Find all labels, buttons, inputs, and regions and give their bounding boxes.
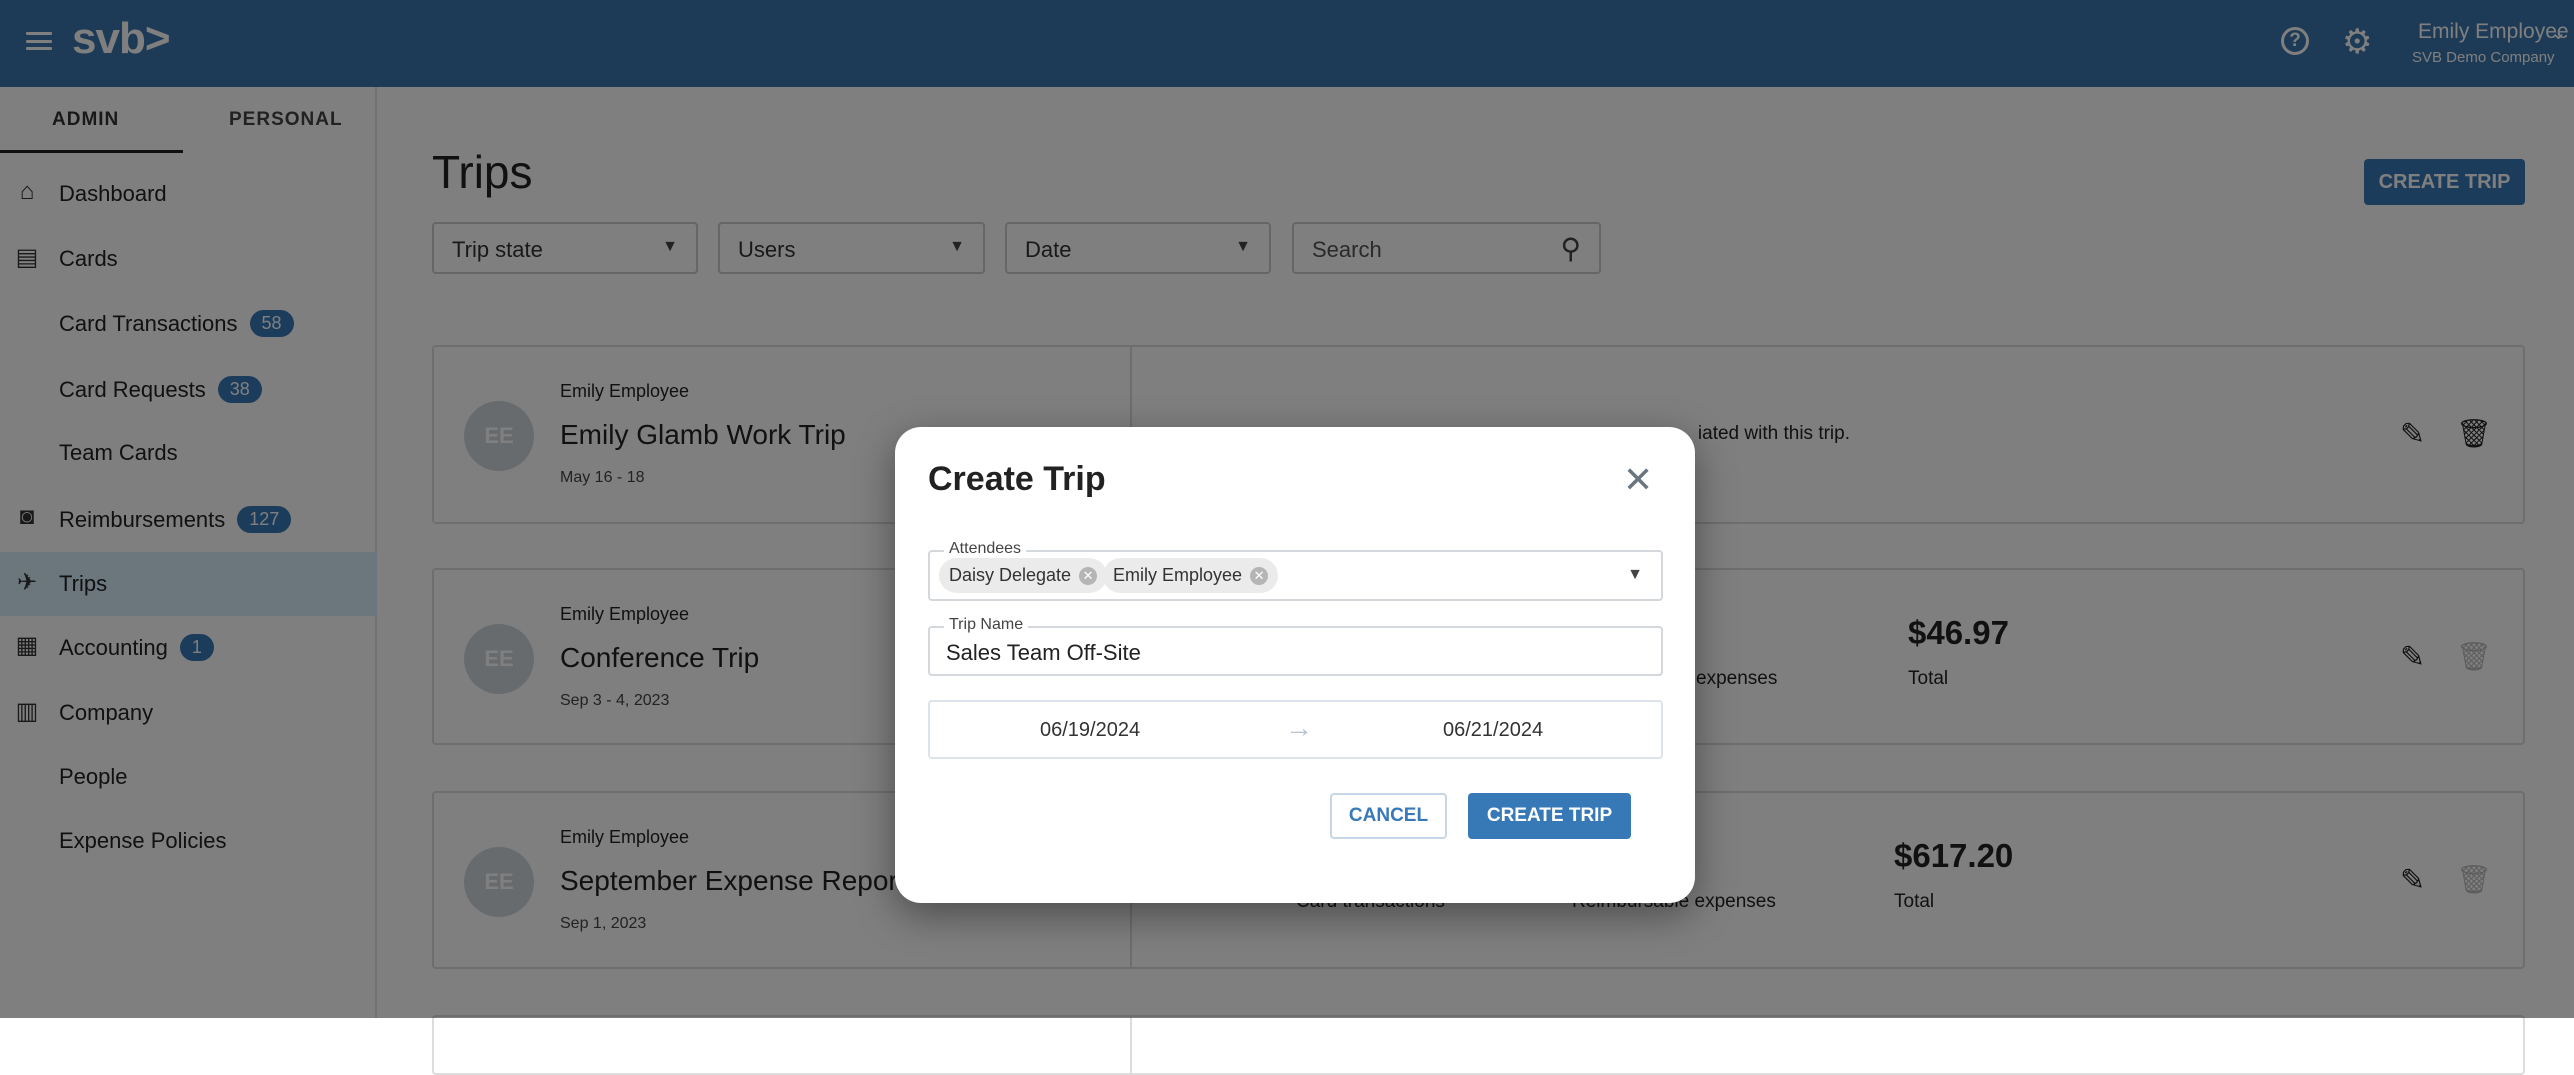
close-icon[interactable]: ✕ [1623, 459, 1653, 501]
divider [1130, 1017, 1132, 1073]
cancel-button[interactable]: CANCEL [1330, 793, 1447, 839]
create-trip-submit-button[interactable]: CREATE TRIP [1468, 793, 1631, 839]
create-trip-dialog: Create Trip ✕ Attendees Daisy Delegate ✕ … [895, 427, 1695, 903]
start-date[interactable]: 06/19/2024 [1040, 719, 1140, 742]
attendees-select[interactable]: Attendees Daisy Delegate ✕ Emily Employee… [928, 540, 1663, 601]
trip-card[interactable] [432, 1015, 2525, 1075]
trip-name-label: Trip Name [944, 616, 1029, 634]
attendee-chip: Daisy Delegate ✕ [939, 558, 1108, 593]
remove-chip-icon[interactable]: ✕ [1079, 567, 1098, 585]
date-range-picker[interactable]: 06/19/2024 → 06/21/2024 [928, 700, 1663, 759]
trip-name-field[interactable]: Trip Name Sales Team Off-Site [928, 616, 1663, 676]
caret-down-icon[interactable]: ▼ [1627, 566, 1643, 584]
remove-chip-icon[interactable]: ✕ [1250, 567, 1269, 585]
end-date[interactable]: 06/21/2024 [1443, 719, 1543, 742]
attendee-chip: Emily Employee ✕ [1103, 558, 1279, 593]
trip-name-value: Sales Team Off-Site [946, 640, 1141, 665]
arrow-right-icon: → [1285, 712, 1313, 743]
attendees-label: Attendees [944, 540, 1027, 558]
dialog-title: Create Trip [928, 460, 1106, 498]
